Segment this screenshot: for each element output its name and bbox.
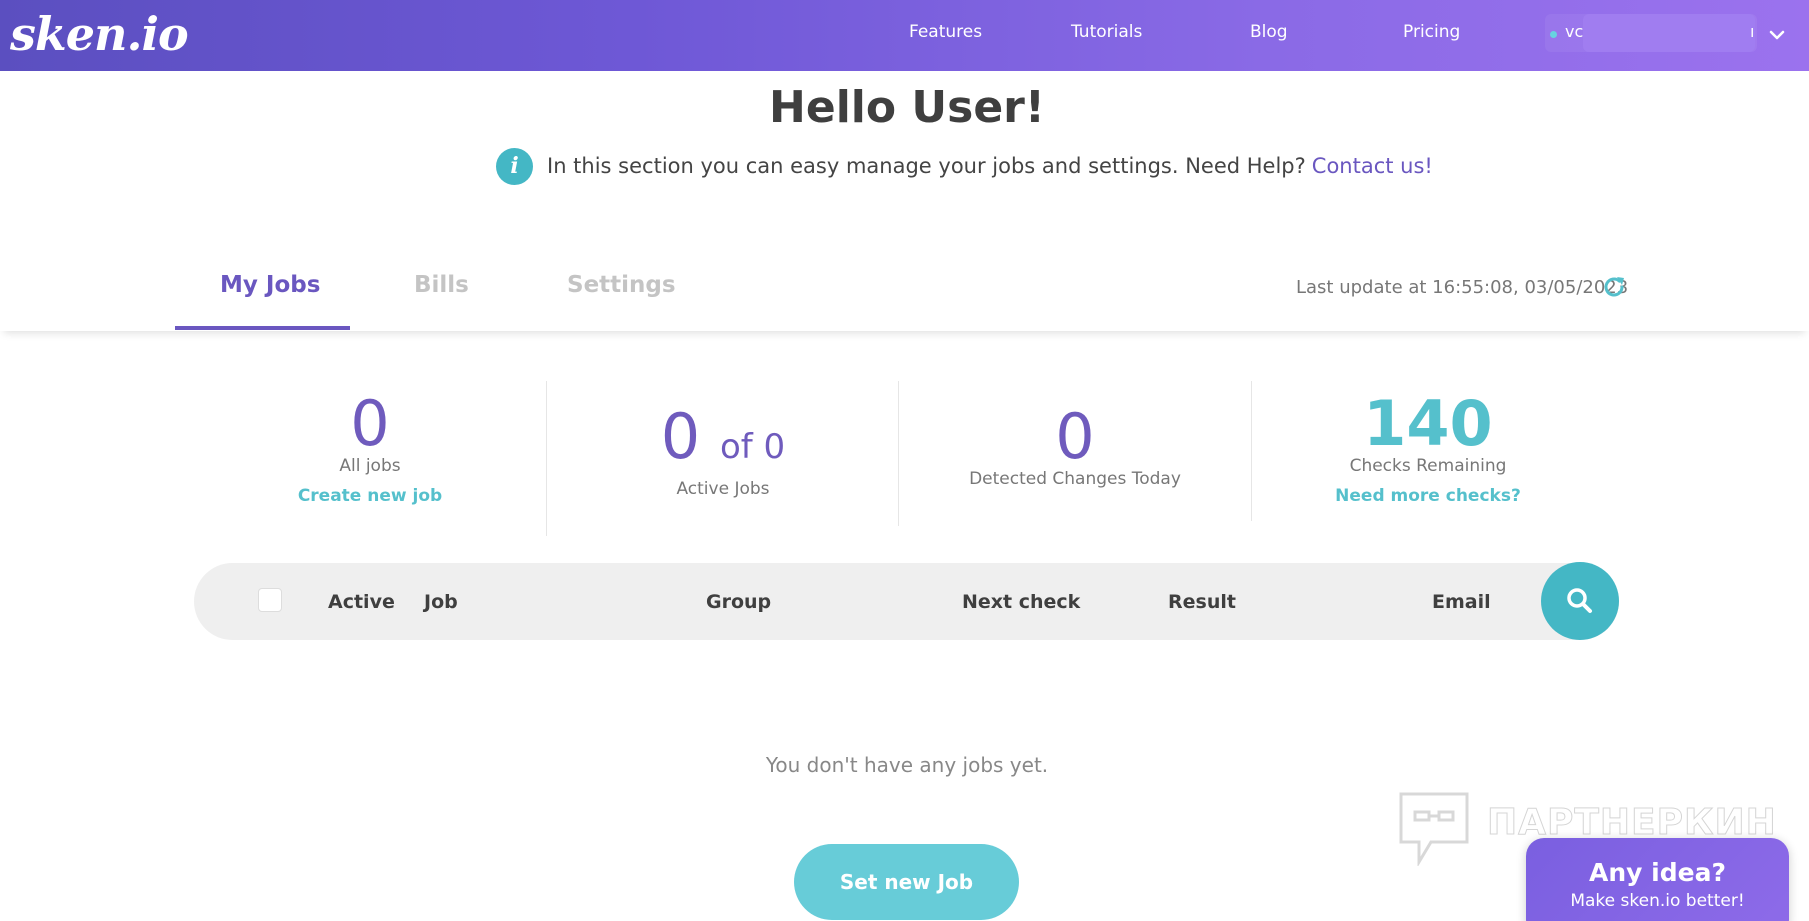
detected-changes-label: Detected Changes Today [969, 469, 1181, 489]
column-email[interactable]: Email [1432, 591, 1491, 613]
column-job[interactable]: Job [424, 591, 458, 613]
sken-logo[interactable]: sken.io [10, 6, 189, 62]
stat-divider [898, 381, 899, 526]
column-next-check[interactable]: Next check [962, 591, 1080, 613]
all-jobs-count: 0 [350, 387, 390, 460]
select-all-checkbox[interactable] [258, 588, 282, 612]
create-new-job-link[interactable]: Create new job [195, 486, 545, 506]
watermark-text: ПАРТНЕРКИН [1487, 802, 1777, 844]
active-jobs-total: of 0 [719, 427, 786, 467]
stat-active-jobs: 0 of 0 Active Jobs [548, 405, 898, 500]
contact-us-link[interactable]: Contact us! [1312, 154, 1433, 178]
chevron-down-icon[interactable] [1766, 24, 1788, 46]
column-result[interactable]: Result [1168, 591, 1236, 613]
tabs-bar: My Jobs Bills Settings Last update at 16… [0, 230, 1809, 331]
user-name-prefix: vc [1565, 22, 1584, 41]
column-active[interactable]: Active [328, 591, 395, 613]
checks-remaining-label: Checks Remaining [1349, 456, 1507, 476]
stat-all-jobs: 0 All jobs Create new job [195, 387, 545, 507]
last-update-text: Last update at 16:55:08, 03/05/2023 [1296, 277, 1629, 298]
search-icon [1567, 588, 1592, 613]
tab-bills[interactable]: Bills [414, 272, 469, 298]
page-title: Hello User! [769, 82, 1045, 133]
jobs-table-header [194, 563, 1619, 640]
user-name-redacted [1583, 14, 1755, 52]
feedback-widget[interactable]: Any idea? Make sken.io better! [1526, 838, 1789, 921]
nav-tutorials-link[interactable]: Tutorials [1071, 22, 1142, 42]
set-new-job-button[interactable]: Set new Job [794, 844, 1019, 920]
info-text: In this section you can easy manage your… [547, 154, 1306, 178]
top-navbar [0, 0, 1809, 71]
nav-pricing-link[interactable]: Pricing [1403, 22, 1460, 42]
column-group[interactable]: Group [706, 591, 771, 613]
stat-checks-remaining: 140 Checks Remaining Need more checks? [1253, 387, 1603, 507]
nav-blog-link[interactable]: Blog [1250, 22, 1288, 42]
stat-divider [1251, 381, 1252, 521]
tab-my-jobs[interactable]: My Jobs [220, 272, 320, 298]
online-status-dot [1550, 31, 1557, 38]
nav-features-link[interactable]: Features [909, 22, 982, 42]
search-button[interactable] [1541, 562, 1619, 640]
need-more-checks-link[interactable]: Need more checks? [1253, 486, 1603, 506]
checks-remaining-count: 140 [1363, 387, 1493, 460]
all-jobs-label: All jobs [339, 456, 401, 476]
refresh-icon[interactable] [1600, 273, 1628, 301]
detected-changes-count: 0 [1055, 400, 1095, 473]
empty-jobs-message: You don't have any jobs yet. [765, 753, 1049, 777]
stat-detected-changes: 0 Detected Changes Today [900, 400, 1250, 490]
feedback-subtitle: Make sken.io better! [1570, 891, 1745, 911]
user-name-suffix: ı [1750, 22, 1755, 41]
feedback-title: Any idea? [1589, 858, 1726, 887]
stat-divider [546, 381, 547, 536]
active-jobs-label: Active Jobs [676, 479, 770, 499]
tab-settings[interactable]: Settings [567, 272, 676, 298]
active-jobs-count: 0 [660, 400, 701, 473]
info-icon: i [496, 147, 533, 185]
watermark-logo-icon [1399, 792, 1469, 866]
active-tab-indicator [175, 326, 350, 330]
info-banner: i In this section you can easy manage yo… [496, 147, 1433, 185]
